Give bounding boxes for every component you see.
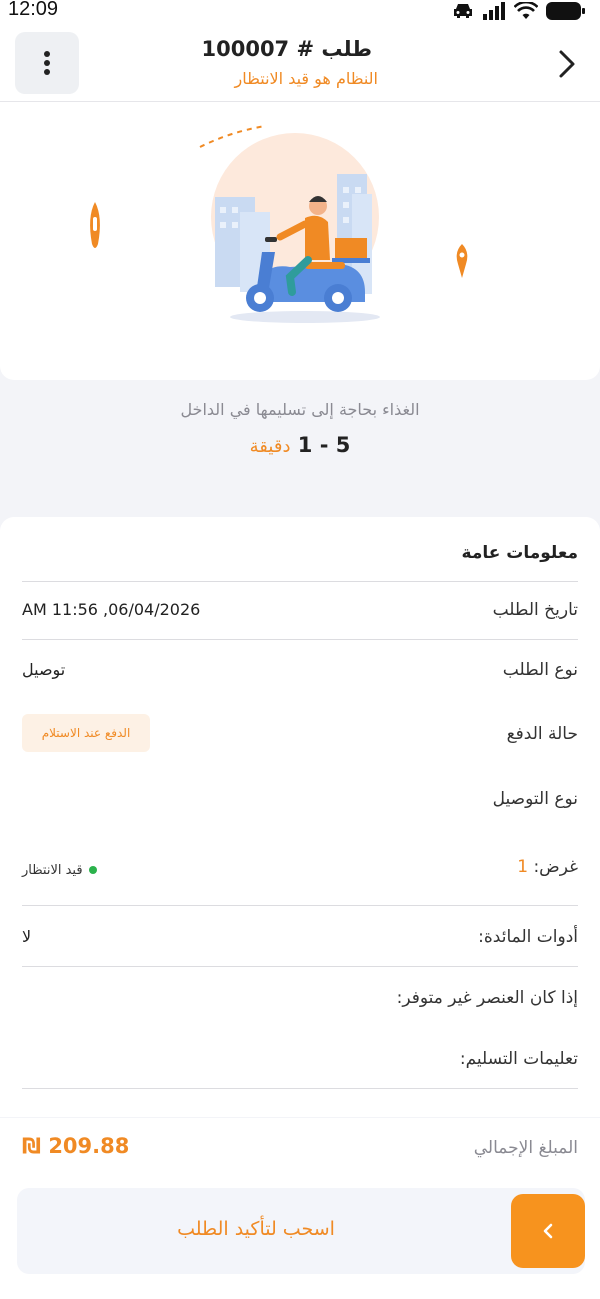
- divider: [22, 1088, 578, 1089]
- chevron-right-icon[interactable]: [552, 46, 582, 82]
- eta-range: 1 - 5: [297, 433, 351, 457]
- order-date-label: تاريخ الطلب: [492, 600, 578, 620]
- delivery-instructions-label: تعليمات التسليم:: [459, 1049, 578, 1069]
- delivery-illustration-panel: [0, 102, 600, 380]
- slider-handle[interactable]: [511, 1194, 585, 1268]
- delivery-type-label: نوع التوصيل: [492, 789, 578, 809]
- order-type-label: نوع الطلب: [502, 660, 578, 680]
- divider: [22, 905, 578, 906]
- chevron-left-icon: [543, 1223, 553, 1239]
- total-value: 209.88 ₪: [22, 1134, 130, 1158]
- status-bar: 12:09: [0, 0, 600, 24]
- cutlery-label: أدوات المائدة:: [478, 927, 578, 947]
- page-title: 100007 # طلب: [202, 37, 373, 61]
- eta-value: 1 - 5 دقيقة: [0, 433, 600, 457]
- delivery-illustration: [90, 125, 468, 323]
- eta-section: الغذاء بحاجة إلى تسليمها في الداخل 1 - 5…: [0, 400, 600, 457]
- divider: [22, 966, 578, 967]
- payment-status-badge: الدفع عند الاستلام: [22, 714, 150, 752]
- order-hash: #: [296, 37, 315, 61]
- menu-button[interactable]: [15, 32, 79, 94]
- checkout-footer: المبلغ الإجمالي 209.88 ₪ اسحب لتأكيد الط…: [0, 1118, 600, 1299]
- status-dot: [88, 865, 97, 874]
- battery-icon: [546, 2, 585, 20]
- divider: [22, 581, 578, 582]
- order-status-subtitle: النظام هو قيد الانتظار: [234, 69, 378, 88]
- cutlery-value: لا: [22, 927, 32, 946]
- signal-icon: [483, 2, 505, 20]
- vertical-dots-icon: [44, 51, 50, 75]
- section-title: معلومات عامة: [461, 543, 578, 563]
- order-type-value: توصيل: [22, 660, 66, 679]
- status-icons: [452, 0, 586, 22]
- slide-to-confirm-label: اسحب لتأكيد الطلب: [177, 1218, 335, 1240]
- payment-status-label: حالة الدفع: [506, 724, 578, 744]
- status-time: 12:09: [8, 0, 59, 20]
- slide-to-confirm[interactable]: اسحب لتأكيد الطلب: [17, 1188, 585, 1274]
- eta-text: الغذاء بحاجة إلى تسليمها في الداخل: [180, 400, 420, 419]
- order-word: طلب: [321, 37, 372, 61]
- purpose-label: غرض:: [533, 857, 578, 877]
- unavailable-item-label: إذا كان العنصر غير متوفر:: [396, 988, 578, 1008]
- car-icon: [454, 4, 472, 18]
- purpose-status-text: قيد الانتظار: [22, 863, 83, 878]
- total-label: المبلغ الإجمالي: [473, 1138, 578, 1158]
- header: 100007 # طلب النظام هو قيد الانتظار: [0, 24, 600, 102]
- divider: [22, 639, 578, 640]
- wifi-icon: [514, 2, 538, 19]
- location-pin-icon-right: [456, 244, 468, 278]
- general-info-card: معلومات عامة تاريخ الطلب AM 11:56 ,06/04…: [0, 517, 600, 1117]
- purpose-row: غرض: 1: [517, 857, 578, 877]
- purpose-value: 1: [517, 857, 529, 877]
- purpose-status: قيد الانتظار: [22, 859, 97, 878]
- location-pin-icon-left: [90, 202, 100, 248]
- order-date-value: AM 11:56 ,06/04/2026: [22, 600, 201, 619]
- eta-unit: دقيقة: [249, 436, 291, 457]
- order-number: 100007: [201, 37, 290, 61]
